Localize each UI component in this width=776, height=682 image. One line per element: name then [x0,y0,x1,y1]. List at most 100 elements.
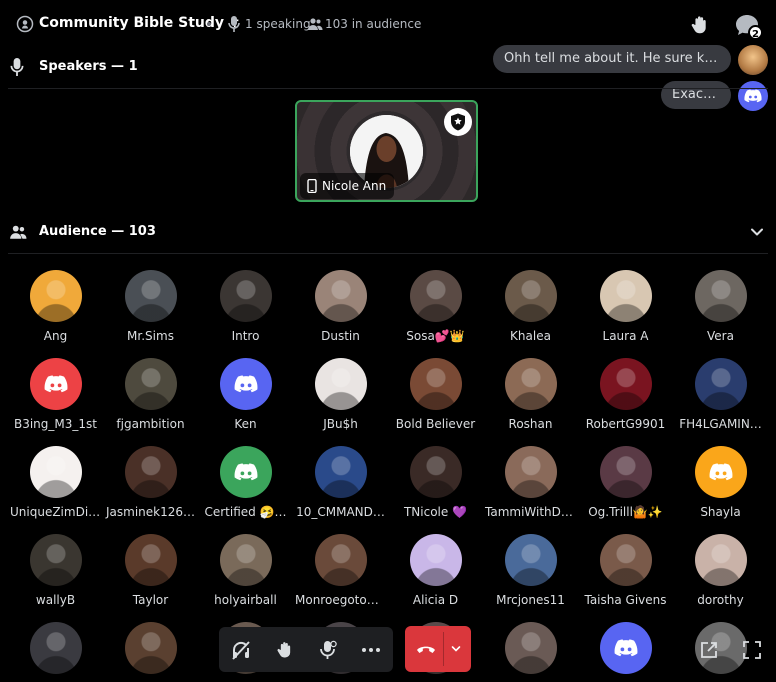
audience-icon [10,225,27,239]
audience-member-name: Bold Believer [395,417,476,431]
audience-member-name: Dustin [321,329,360,343]
audience-member-name: Vera [707,329,734,343]
microphone-icon [228,16,240,32]
audience-member[interactable]: Khalea [483,270,578,343]
avatar [504,446,557,498]
audience-member[interactable] [8,622,103,681]
audience-member[interactable]: Shayla [673,446,768,519]
audience-member[interactable]: Bold Believer [388,358,483,431]
audience-member[interactable]: 10_CMMAND… [293,446,388,519]
audience-section-header[interactable]: Audience — 103 [0,217,776,247]
disconnect-stream-button[interactable] [228,637,254,663]
audience-member[interactable]: Ken [198,358,293,431]
audience-member[interactable] [103,622,198,681]
audience-member-name: JBu$h [323,417,358,431]
stage-header: Community Bible Study ✝ 1 speaking 103 i… [0,0,776,48]
audience-member[interactable]: Taylor [103,534,198,607]
section-divider [8,253,768,254]
speakers-heading: Speakers — 1 [39,59,138,74]
chevron-down-icon[interactable] [451,645,461,653]
request-to-speak-button[interactable] [315,637,341,663]
avatar [314,358,367,410]
audience-heading: Audience — 103 [39,224,156,239]
audience-member-name: Ang [43,329,68,343]
audience-member[interactable]: Jasminek126… [103,446,198,519]
audience-member[interactable]: Vera [673,270,768,343]
audience-member[interactable]: Alicia D [388,534,483,607]
audience-member-name: Laura A [602,329,649,343]
discord-logo-icon [234,375,257,393]
audience-member-name: Shayla [700,505,741,519]
avatar [219,534,272,586]
avatar [314,534,367,586]
stage-channel-icon [16,15,34,33]
audience-member[interactable] [483,622,578,681]
audience-member[interactable]: holyairball [198,534,293,607]
audience-member[interactable]: Laura A [578,270,673,343]
audience-member[interactable]: FH4LGAMIN… [673,358,768,431]
audience-member-name: RobertG9901 [585,417,666,431]
audience-member[interactable]: Intro [198,270,293,343]
avatar [599,534,652,586]
audience-member[interactable]: UniqueZimDiva [8,446,103,519]
audience-member-name: TNicole 💜 [403,505,468,519]
avatar [219,446,272,498]
more-options-button[interactable] [358,637,384,663]
audience-member-name: Ken [234,417,257,431]
raise-hand-icon[interactable] [689,14,711,36]
audience-member[interactable]: RobertG9901 [578,358,673,431]
audience-member[interactable]: Ang [8,270,103,343]
leave-stage-button[interactable] [405,626,471,672]
avatar [599,622,652,674]
speaker-tile[interactable]: Nicole Ann [295,100,478,202]
audience-member[interactable]: dorothy [673,534,768,607]
hang-up-phone-icon [417,646,435,653]
audience-member[interactable]: fjgambition [103,358,198,431]
audience-member[interactable]: TNicole 💜 [388,446,483,519]
avatar [694,270,747,322]
avatar [29,358,82,410]
avatar [124,622,177,674]
avatar [599,270,652,322]
audience-member-name: Og.Trilll🤷✨ [588,505,663,519]
audience-member[interactable]: wallyB [8,534,103,607]
avatar [29,622,82,674]
speaker-name: Nicole Ann [322,179,387,193]
stage-controls-toolbar [219,627,393,672]
discord-logo-icon [709,463,732,481]
speaking-count: 1 speaking [245,17,311,31]
avatar [409,270,462,322]
audience-member[interactable]: Certified 🤧… [198,446,293,519]
discord-logo-icon [614,639,637,657]
avatar [504,358,557,410]
audience-member[interactable]: Mrcjones11 [483,534,578,607]
chevron-down-icon[interactable] [750,225,764,239]
fullscreen-icon[interactable] [742,640,762,660]
audience-member[interactable]: TammiWithDa… [483,446,578,519]
raise-hand-button[interactable] [272,637,298,663]
audience-member[interactable]: B3ing_M3_1st [8,358,103,431]
audience-member-name: fjgambition [116,417,185,431]
audience-member[interactable]: Dustin [293,270,388,343]
audience-member[interactable]: Roshan [483,358,578,431]
avatar [29,534,82,586]
audience-member-name: Jasminek126… [105,505,195,519]
audience-member[interactable]: Monroegotop… [293,534,388,607]
avatar [314,270,367,322]
audience-member[interactable]: Og.Trilll🤷✨ [578,446,673,519]
audience-member-name: TammiWithDa… [485,505,578,519]
microphone-request-icon [320,640,337,659]
audience-member[interactable]: JBu$h [293,358,388,431]
chat-toggle-button[interactable]: 2 [735,14,763,40]
audience-member-name: Monroegotop… [295,593,387,607]
avatar [219,358,272,410]
pop-out-icon[interactable] [699,640,719,660]
audience-member-name: Roshan [508,417,553,431]
avatar [694,358,747,410]
audience-member-name: B3ing_M3_1st [13,417,97,431]
chat-toast-message[interactable]: Exactly! [661,81,731,109]
audience-member[interactable]: Sosa💕👑 [388,270,483,343]
audience-member[interactable]: Mr.Sims [103,270,198,343]
audience-member[interactable]: Taisha Givens [578,534,673,607]
audience-member[interactable] [578,622,673,681]
